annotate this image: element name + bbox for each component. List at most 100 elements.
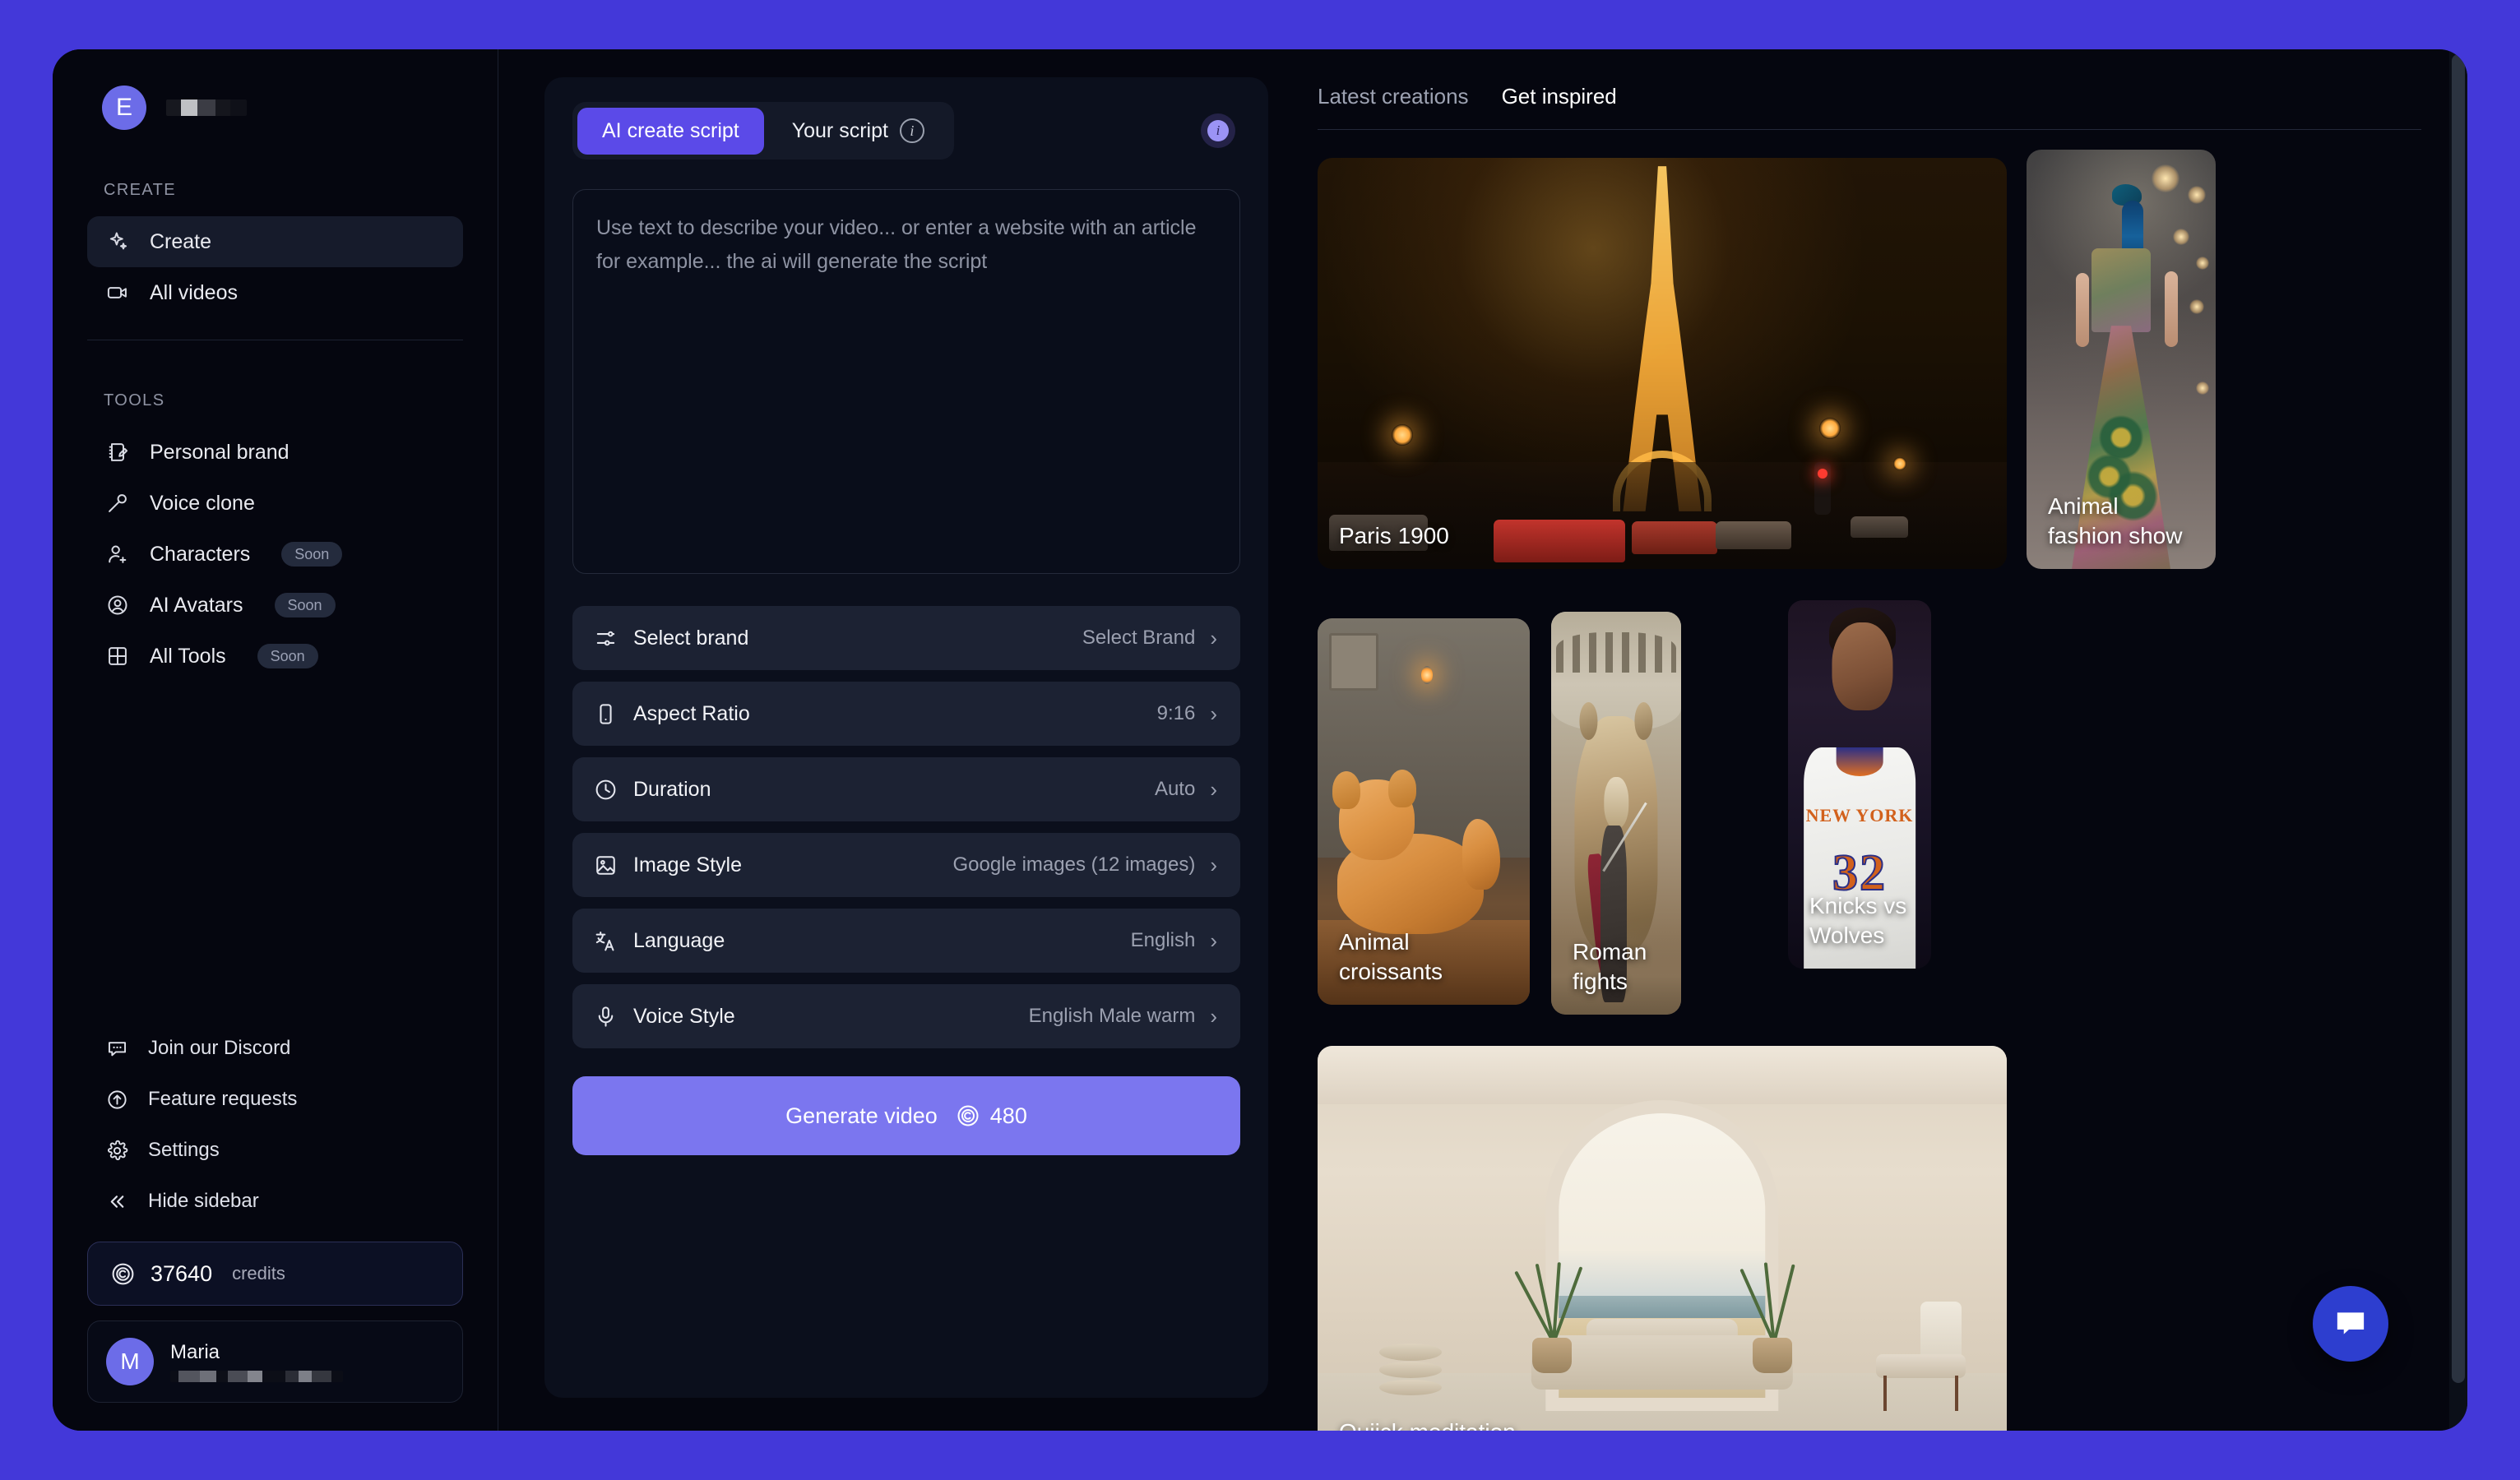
gallery-card-paris-1900[interactable]: Paris 1900 [1318,158,2007,569]
script-tabs-row: AI create script Your script i i [572,102,1240,160]
sidebar-item-discord[interactable]: Join our Discord [87,1023,463,1074]
user-plus-icon [105,542,130,567]
brand-avatar: E [102,86,146,130]
decorative-shape [1379,1343,1442,1361]
option-value: Auto [1154,778,1196,800]
decorative-shape [1819,418,1841,439]
option-image-style[interactable]: Image Style Google images (12 images) › [572,833,1240,897]
section-label-tools: TOOLS [104,391,165,409]
decorative-shape [1379,1379,1442,1396]
brand-name-redacted [166,99,247,116]
decorative-shape [1332,771,1360,809]
generate-video-button[interactable]: Generate video 480 [572,1076,1240,1155]
chat-dots-icon [105,1037,128,1060]
decorative-shape [1494,520,1625,562]
decorative-shape [1893,457,1906,470]
option-voice-style[interactable]: Voice Style English Male warm › [572,984,1240,1048]
decorative-shape [1875,1302,1966,1411]
option-label: Voice Style [633,1004,735,1028]
sidebar-item-hide-sidebar[interactable]: Hide sidebar [87,1176,463,1227]
sidebar-item-all-tools[interactable]: All Tools Soon [87,631,463,682]
sidebar-item-label: Join our Discord [148,1037,291,1059]
sidebar-item-create[interactable]: Create [87,216,463,267]
decorative-shape [1579,702,1598,740]
gallery-card-quiick-meditation[interactable]: Quiick meditation [1318,1046,2007,1431]
sidebar-item-label: Feature requests [148,1088,298,1110]
tab-ai-create-script[interactable]: AI create script [577,107,764,155]
sidebar-item-ai-avatars[interactable]: AI Avatars Soon [87,580,463,631]
sidebar-item-characters[interactable]: Characters Soon [87,529,463,580]
sidebar-item-voice-clone[interactable]: Voice clone [87,478,463,529]
decorative-shape [1603,777,1629,829]
arrow-up-circle-icon [105,1088,128,1111]
option-aspect-ratio[interactable]: Aspect Ratio 9:16 › [572,682,1240,746]
script-input[interactable] [572,189,1240,574]
sidebar-item-personal-brand[interactable]: Personal brand [87,427,463,478]
user-email-redacted [170,1371,343,1382]
sidebar-item-label: Create [150,229,212,253]
video-camera-icon [105,280,130,305]
info-icon[interactable]: i [899,118,924,143]
chevron-right-icon: › [1210,626,1217,650]
sidebar-item-settings[interactable]: Settings [87,1125,463,1176]
status-badge-soon: Soon [281,542,343,567]
decorative-shape [2189,299,2204,314]
vertical-scrollbar[interactable] [2449,49,2467,1431]
credits-card[interactable]: 37640 credits [87,1242,463,1306]
sidebar-item-label: Hide sidebar [148,1190,259,1212]
option-duration[interactable]: Duration Auto › [572,757,1240,821]
generate-cost: 480 [956,1103,1027,1129]
gallery-card-knicks-vs-wolves[interactable]: NEW YORK 32 Knicks vs Wolves [1788,600,1931,969]
decorative-shape [1814,462,1831,515]
decorative-shape [1632,521,1717,554]
user-card[interactable]: M Maria [87,1320,463,1403]
phone-icon [592,701,618,727]
sidebar-item-label: All Tools [150,644,226,668]
gallery-card-animal-croissants[interactable]: Animal croissants [1318,618,1530,1005]
option-select-brand[interactable]: Select brand Select Brand › [572,606,1240,670]
brand-row[interactable]: E [53,49,498,130]
status-badge-soon: Soon [257,644,318,668]
gallery-tabs: Latest creations Get inspired [1318,77,2421,130]
credits-unit: credits [232,1263,285,1283]
card-caption: Roman fights [1573,939,1647,995]
decorative-shape [1421,666,1433,684]
decorative-shape [1955,1376,1959,1411]
nav-create: Create All videos [53,216,498,318]
sidebar-item-all-videos[interactable]: All videos [87,267,463,318]
sidebar-item-label: AI Avatars [150,593,243,617]
sidebar-item-feature-requests[interactable]: Feature requests [87,1074,463,1125]
card-artwork [1318,158,2007,569]
decorative-shape [2188,186,2206,204]
decorative-shape [1875,1353,1966,1378]
option-language[interactable]: Language English › [572,909,1240,973]
chat-support-button[interactable] [2313,1286,2388,1362]
decorative-shape [1514,1261,1583,1373]
tab-get-inspired[interactable]: Get inspired [1502,84,1617,109]
option-label: Aspect Ratio [633,701,750,725]
tab-your-script[interactable]: Your script i [767,107,949,155]
chevron-right-icon: › [1210,1004,1217,1029]
tab-label: Your script [791,118,888,142]
decorative-shape [1392,424,1413,446]
chevron-right-icon: › [1210,777,1217,802]
sidebar-item-label: Characters [150,542,251,566]
decorative-shape [1329,633,1378,691]
info-icon: i [1207,120,1229,141]
gear-icon [105,1139,128,1162]
gallery-card-animal-fashion-show[interactable]: Animal fashion show [2027,150,2216,569]
create-panel: AI create script Your script i i Use tex… [544,77,1268,1398]
card-caption: Knicks vs Wolves [1809,893,1907,949]
decorative-shape [1556,631,1676,673]
decorative-shape [1379,1362,1442,1378]
tab-latest-creations[interactable]: Latest creations [1318,84,1469,109]
decorative-shape [1514,1270,1555,1344]
nav-tools: Personal brand Voice clone Characters So… [53,427,498,682]
sidebar-item-label: All videos [150,280,238,304]
scrollbar-thumb[interactable] [2452,54,2465,1383]
clock-icon [592,776,618,802]
decorative-shape [1772,1264,1795,1344]
card-caption: Animal croissants [1339,929,1443,985]
panel-info-button[interactable]: i [1201,113,1235,148]
gallery-card-roman-fights[interactable]: Roman fights [1551,612,1681,1015]
